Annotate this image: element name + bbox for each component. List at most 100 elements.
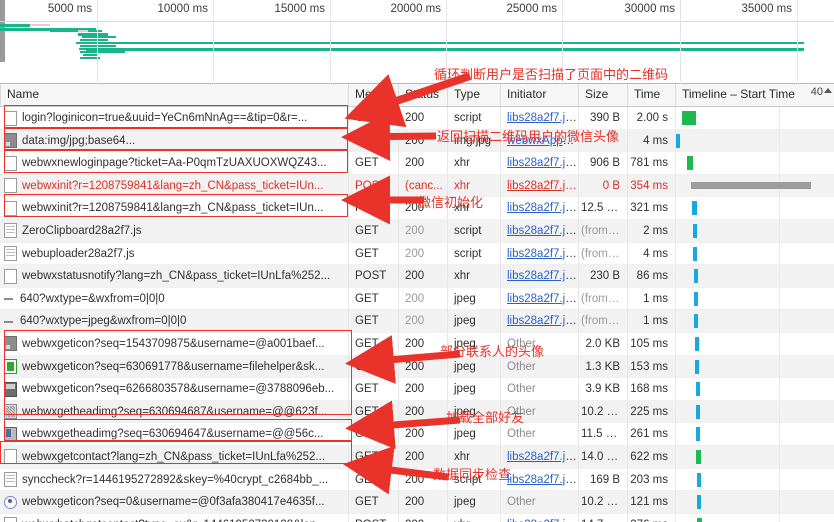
initiator-link[interactable]: libs28a2f7.js:5 bbox=[507, 180, 578, 192]
request-name-cell[interactable]: 640?wxtype=jpeg&wxfrom=0|0|0 bbox=[0, 310, 348, 332]
doc-icon bbox=[4, 178, 17, 194]
column-header-size[interactable]: Size bbox=[578, 84, 627, 106]
request-initiator-cell[interactable]: libs28a2f7.js:5 bbox=[500, 513, 578, 522]
column-header-name[interactable]: Name bbox=[0, 84, 348, 106]
request-initiator-cell[interactable]: libs28a2f7.js:5 bbox=[500, 265, 578, 288]
column-header-status[interactable]: Status bbox=[398, 84, 447, 106]
initiator-link[interactable]: libs28a2f7.js:7 bbox=[507, 315, 578, 327]
column-header-timeline[interactable]: Timeline – Start Time bbox=[675, 84, 834, 106]
request-initiator-cell[interactable]: libs28a2f7.js:5 bbox=[500, 152, 578, 175]
waterfall-gridline bbox=[779, 152, 780, 175]
initiator-link[interactable]: libs28a2f7.js:3 bbox=[507, 474, 578, 486]
waterfall-gridline bbox=[675, 310, 676, 333]
request-initiator-cell[interactable]: libs28a2f7.js:3 bbox=[500, 107, 578, 129]
waterfall-bar bbox=[692, 201, 697, 216]
ruler-tick bbox=[562, 0, 563, 84]
table-row[interactable]: webwxnewloginpage?ticket=Aa-P0qmTzUAXUOX… bbox=[0, 152, 834, 175]
request-name-label: webwxgeticon?seq=6266803578&username=@37… bbox=[22, 383, 335, 396]
request-size-cell: 10.2 KB bbox=[578, 400, 627, 423]
initiator-link[interactable]: libs28a2f7.js:5 bbox=[507, 202, 578, 214]
table-row[interactable]: webwxgeticon?seq=1543709875&username=@a0… bbox=[0, 332, 834, 356]
table-row[interactable]: webwxinit?r=1208759841&lang=zh_CN&pass_t… bbox=[0, 197, 834, 220]
waterfall-gridline bbox=[779, 445, 780, 468]
request-initiator-cell[interactable]: libs28a2f7.js:5 bbox=[500, 197, 578, 220]
waterfall-gridline bbox=[779, 423, 780, 446]
request-method-cell: GET bbox=[348, 152, 398, 175]
request-initiator-cell[interactable]: libs28a2f7.js:1 bbox=[500, 242, 578, 265]
network-request-table[interactable]: 40 Name Meth Status Type Initiator Size Time Ti… bbox=[0, 84, 834, 522]
column-header-type[interactable]: Type bbox=[447, 84, 500, 106]
request-name-cell[interactable]: webwxgeticon?seq=630691778&username=file… bbox=[0, 356, 348, 378]
request-initiator-cell[interactable]: webwxApp2... bbox=[500, 129, 578, 152]
request-name-cell[interactable]: ZeroClipboard28a2f7.js bbox=[0, 220, 348, 242]
table-row[interactable]: 640?wxtype=&wxfrom=0|0|0 GET 200 jpeg libs28… bbox=[0, 287, 834, 311]
table-row[interactable]: webwxgetcontact?lang=zh_CN&pass_ticket=I… bbox=[0, 445, 834, 469]
request-name-cell[interactable]: webwxgetheadimg?seq=630694647&username=@… bbox=[0, 423, 348, 445]
network-overview-timeline[interactable]: 5000 ms 10000 ms 15000 ms 20000 ms 25000 ms 3… bbox=[0, 0, 834, 84]
table-row[interactable]: webwxgetheadimg?seq=630694687&username=@… bbox=[0, 400, 834, 424]
table-row[interactable]: webwxgeticon?seq=0&username=@0f3afa38041… bbox=[0, 491, 834, 514]
request-name-cell[interactable]: webwxgetcontact?lang=zh_CN&pass_ticket=I… bbox=[0, 446, 348, 468]
request-name-cell[interactable]: webwxgeticon?seq=6266803578&username=@37… bbox=[0, 378, 348, 400]
table-row[interactable]: webwxgetheadimg?seq=630694647&username=@… bbox=[0, 423, 834, 446]
request-initiator-cell[interactable]: libs28a2f7.js:3 bbox=[500, 468, 578, 491]
request-name-cell[interactable]: webwxgetheadimg?seq=630694687&username=@… bbox=[0, 401, 348, 423]
waterfall-bar bbox=[696, 427, 700, 442]
overview-bar bbox=[86, 48, 804, 51]
request-name-cell[interactable]: synccheck?r=1446195272892&skey=%40crypt_… bbox=[0, 469, 348, 491]
request-initiator-cell[interactable]: libs28a2f7.js:5 bbox=[500, 174, 578, 197]
table-row[interactable]: 640?wxtype=jpeg&wxfrom=0|0|0 GET 200 jpeg li… bbox=[0, 310, 834, 333]
request-name-cell[interactable]: webwxstatusnotify?lang=zh_CN&pass_ticket… bbox=[0, 265, 348, 287]
initiator-link[interactable]: libs28a2f7.js:5 bbox=[507, 157, 578, 169]
column-header-initiator[interactable]: Initiator bbox=[500, 84, 578, 106]
request-status-cell: 200 bbox=[398, 152, 447, 175]
request-name-cell[interactable]: login?loginicon=true&uuid=YeCn6mNnAg==&t… bbox=[0, 107, 348, 129]
request-status-cell: 200 bbox=[398, 129, 447, 152]
waterfall-gridline bbox=[779, 355, 780, 378]
request-name-cell[interactable]: webwxinit?r=1208759841&lang=zh_CN&pass_t… bbox=[0, 175, 348, 197]
ruler-tick-label: 5000 ms bbox=[47, 3, 92, 15]
column-header-time[interactable]: Time bbox=[627, 84, 675, 106]
request-initiator-cell[interactable]: libs28a2f7.js:7 bbox=[500, 310, 578, 333]
request-name-cell[interactable]: 640?wxtype=&wxfrom=0|0|0 bbox=[0, 288, 348, 310]
table-row[interactable]: webwxbatchgetcontact?type=ex&r=144619527… bbox=[0, 513, 834, 522]
initiator-link[interactable]: libs28a2f7.js:1 bbox=[507, 225, 578, 237]
initiator-link[interactable]: webwxApp2... bbox=[507, 135, 578, 147]
request-name-cell[interactable]: webwxgeticon?seq=1543709875&username=@a0… bbox=[0, 333, 348, 355]
request-status-cell: 200 bbox=[398, 445, 447, 468]
request-method-cell: POST bbox=[348, 513, 398, 522]
request-initiator-cell: Other bbox=[500, 378, 578, 401]
request-name-cell[interactable]: webwxgeticon?seq=0&username=@0f3afa38041… bbox=[0, 491, 348, 513]
table-header-row[interactable]: 40 Name Meth Status Type Initiator Size Time Ti… bbox=[0, 84, 834, 107]
table-row[interactable]: data:img/jpg;base64... GET 200 img/jpg webwx… bbox=[0, 129, 834, 153]
initiator-link[interactable]: libs28a2f7.js:5 bbox=[507, 451, 578, 463]
request-name-cell[interactable]: webwxnewloginpage?ticket=Aa-P0qmTzUAXUOX… bbox=[0, 152, 348, 174]
initiator-link[interactable]: libs28a2f7.js:3 bbox=[507, 112, 578, 124]
request-initiator-cell[interactable]: libs28a2f7.js:1 bbox=[500, 219, 578, 242]
request-initiator-cell[interactable]: libs28a2f7.js:5 bbox=[500, 445, 578, 468]
table-row[interactable]: webwxgeticon?seq=6266803578&username=@37… bbox=[0, 378, 834, 401]
request-name-cell[interactable]: webwxinit?r=1208759841&lang=zh_CN&pass_t… bbox=[0, 197, 348, 219]
initiator-link[interactable]: libs28a2f7.js:1 bbox=[507, 248, 578, 260]
table-row[interactable]: webwxgeticon?seq=630691778&username=file… bbox=[0, 355, 834, 379]
request-name-cell[interactable]: webwxbatchgetcontact?type=ex&r=144619527… bbox=[0, 514, 348, 522]
table-body[interactable]: login?loginicon=true&uuid=YeCn6mNnAg==&t… bbox=[0, 107, 834, 522]
column-header-method[interactable]: Meth bbox=[348, 84, 398, 106]
waterfall-gridline bbox=[675, 242, 676, 265]
request-time-cell: 1 ms bbox=[627, 310, 675, 333]
waterfall-bar bbox=[696, 404, 700, 419]
waterfall-bar bbox=[693, 246, 697, 261]
ruler-tick-label: 25000 ms bbox=[506, 3, 557, 15]
table-row[interactable]: synccheck?r=1446195272892&skey=%40crypt_… bbox=[0, 468, 834, 492]
table-row[interactable]: login?loginicon=true&uuid=YeCn6mNnAg==&t… bbox=[0, 107, 834, 130]
request-initiator-cell[interactable]: libs28a2f7.js:7 bbox=[500, 287, 578, 310]
initiator-link[interactable]: libs28a2f7.js:7 bbox=[507, 293, 578, 305]
initiator-link[interactable]: libs28a2f7.js:5 bbox=[507, 270, 578, 282]
request-name-cell[interactable]: data:img/jpg;base64... bbox=[0, 130, 348, 152]
request-name-cell[interactable]: webuploader28a2f7.js bbox=[0, 243, 348, 265]
request-status-cell: 200 bbox=[398, 491, 447, 514]
table-row[interactable]: ZeroClipboard28a2f7.js GET 200 script libs28… bbox=[0, 219, 834, 243]
table-row[interactable]: webwxstatusnotify?lang=zh_CN&pass_ticket… bbox=[0, 265, 834, 288]
table-row[interactable]: webuploader28a2f7.js GET 200 script libs28a2… bbox=[0, 242, 834, 266]
table-row[interactable]: webwxinit?r=1208759841&lang=zh_CN&pass_t… bbox=[0, 174, 834, 198]
